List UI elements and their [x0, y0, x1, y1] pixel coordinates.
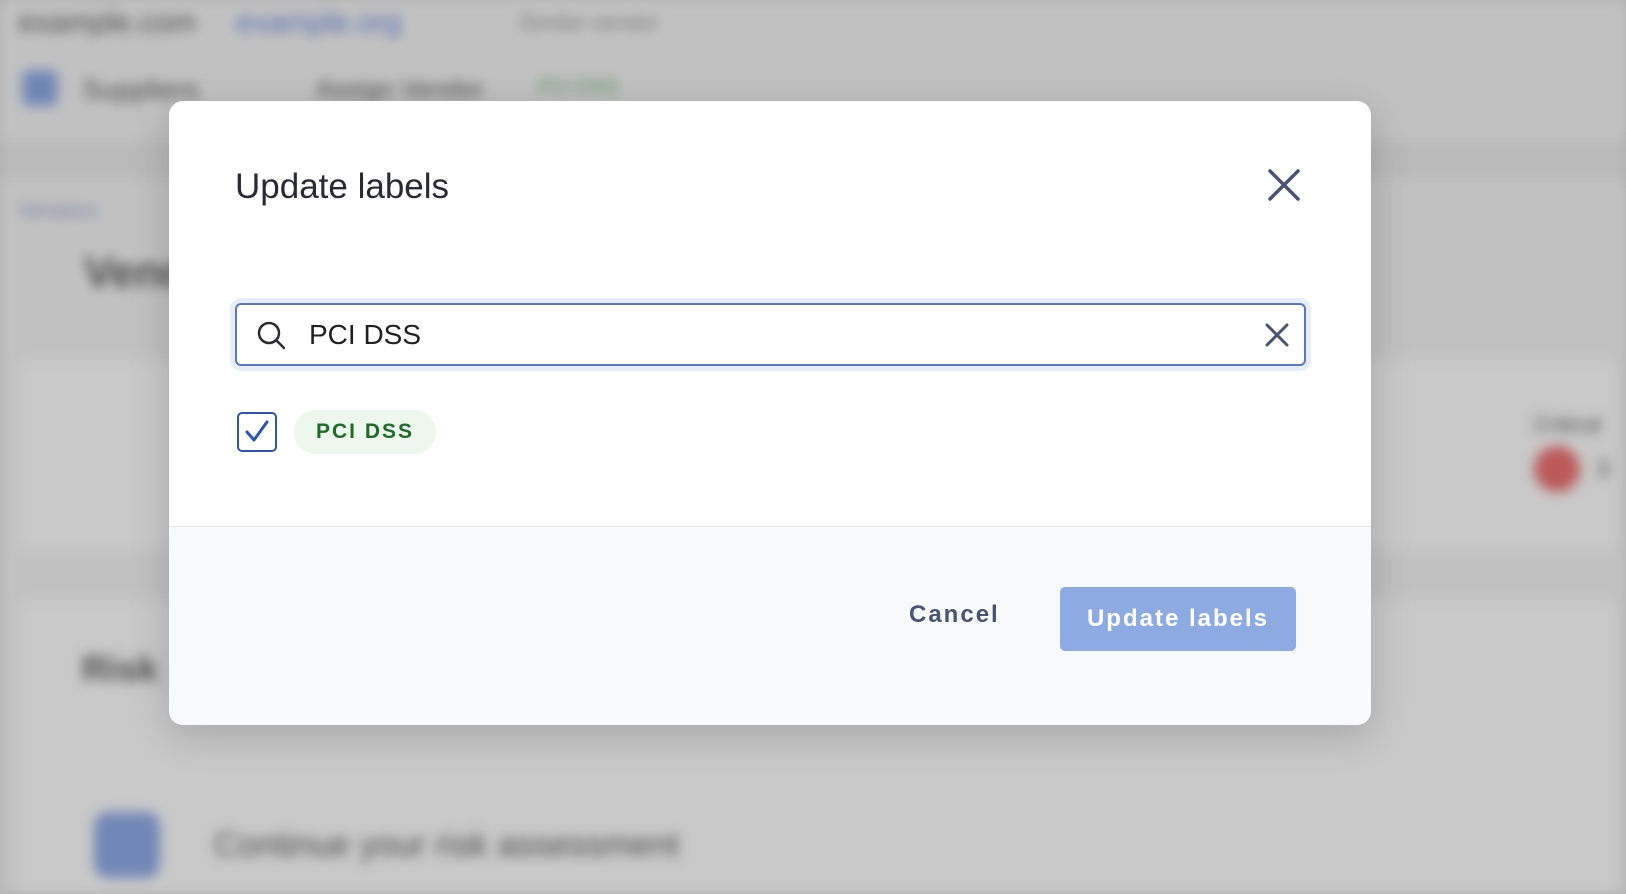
- update-labels-button[interactable]: Update labels: [1060, 587, 1296, 651]
- checkmark-icon: [245, 420, 269, 442]
- modal-footer: Cancel Update labels: [169, 526, 1371, 725]
- label-checkbox[interactable]: [237, 412, 277, 452]
- search-icon: [257, 321, 286, 350]
- close-icon: [1268, 169, 1300, 201]
- close-button[interactable]: [1262, 163, 1306, 207]
- cancel-button[interactable]: Cancel: [899, 583, 1010, 647]
- search-input[interactable]: [307, 311, 1251, 359]
- search-field[interactable]: [235, 303, 1306, 366]
- clear-icon: [1265, 323, 1289, 347]
- update-labels-modal: Update labels PCI DSS Cancel Update labe…: [169, 101, 1371, 725]
- modal-title: Update labels: [235, 167, 450, 206]
- label-chip[interactable]: PCI DSS: [294, 410, 437, 454]
- clear-search-button[interactable]: [1261, 319, 1293, 351]
